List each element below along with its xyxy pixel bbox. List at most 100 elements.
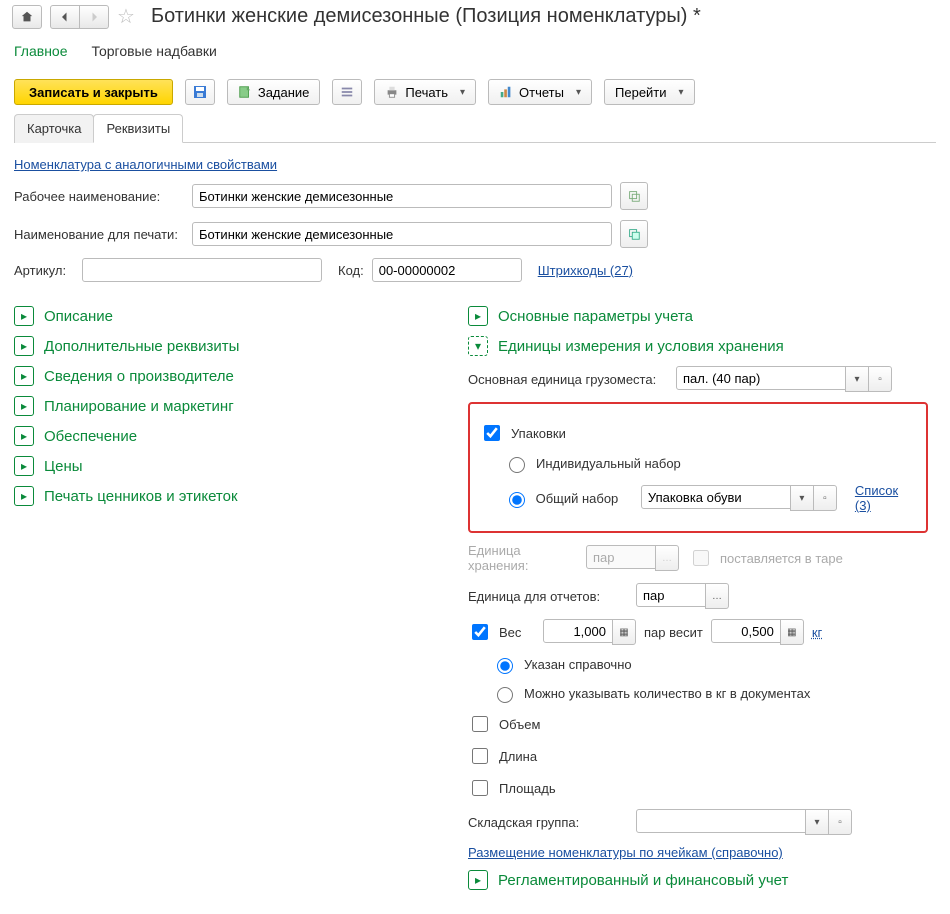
favorite-star-icon[interactable]: ☆ bbox=[117, 4, 135, 29]
expand-icon: ▸ bbox=[14, 456, 34, 476]
save-icon bbox=[192, 84, 208, 100]
expand-icon: ▸ bbox=[14, 336, 34, 356]
task-icon bbox=[238, 85, 252, 99]
expand-icon: ▸ bbox=[14, 306, 34, 326]
print-button-label: Печать bbox=[405, 85, 448, 100]
expand-icon: ▸ bbox=[468, 306, 488, 326]
chevron-down-icon: ▾ bbox=[576, 87, 581, 98]
in-container-label: поставляется в таре bbox=[720, 551, 843, 566]
in-container-checkbox bbox=[693, 550, 709, 566]
weight-ref-only-radio[interactable] bbox=[497, 658, 513, 674]
dropdown-button[interactable]: ▾ bbox=[790, 485, 814, 511]
expand-icon: ▸ bbox=[14, 366, 34, 386]
chart-icon bbox=[499, 85, 513, 99]
list-icon bbox=[340, 85, 354, 99]
weight-checkbox[interactable] bbox=[472, 624, 488, 640]
goto-button[interactable]: Перейти ▾ bbox=[604, 79, 695, 105]
home-icon bbox=[20, 10, 34, 24]
reports-button[interactable]: Отчеты ▾ bbox=[488, 79, 592, 105]
area-checkbox[interactable] bbox=[472, 780, 488, 796]
packs-checkbox[interactable] bbox=[484, 425, 500, 441]
print-name-label: Наименование для печати: bbox=[14, 227, 184, 242]
expander-prices[interactable]: ▸Цены bbox=[14, 456, 444, 476]
tab-card[interactable]: Карточка bbox=[14, 114, 94, 143]
copy-from-button[interactable] bbox=[620, 182, 648, 210]
expander-labels-print[interactable]: ▸Печать ценников и этикеток bbox=[14, 486, 444, 506]
store-unit-input bbox=[586, 545, 656, 569]
common-set-radio[interactable] bbox=[509, 492, 525, 508]
list-link[interactable]: Список (3) bbox=[855, 483, 916, 513]
reports-unit-input[interactable] bbox=[636, 583, 706, 607]
individual-set-radio[interactable] bbox=[509, 457, 525, 473]
list-button[interactable] bbox=[332, 79, 362, 105]
analog-link[interactable]: Номенклатура с аналогичными свойствами bbox=[14, 157, 277, 172]
expand-icon: ▸ bbox=[14, 486, 34, 506]
home-button[interactable] bbox=[12, 5, 42, 29]
ellipsis-button: … bbox=[655, 545, 679, 571]
open-button[interactable]: ▫ bbox=[868, 366, 892, 392]
expander-manufacturer[interactable]: ▸Сведения о производителе bbox=[14, 366, 444, 386]
expander-basic-params[interactable]: ▸Основные параметры учета bbox=[468, 306, 928, 326]
task-button-label: Задание bbox=[258, 85, 310, 100]
common-set-input[interactable] bbox=[641, 485, 791, 509]
print-name-input[interactable] bbox=[192, 222, 612, 246]
print-button[interactable]: Печать ▾ bbox=[374, 79, 476, 105]
expander-extra-props[interactable]: ▸Дополнительные реквизиты bbox=[14, 336, 444, 356]
warehouse-group-input[interactable] bbox=[636, 809, 806, 833]
kg-link[interactable]: кг bbox=[812, 625, 822, 640]
weight-qty-input[interactable] bbox=[543, 619, 613, 643]
weight-qty-docs-radio[interactable] bbox=[497, 687, 513, 703]
barcodes-link[interactable]: Штрихкоды (27) bbox=[538, 263, 633, 278]
tab-props[interactable]: Реквизиты bbox=[93, 114, 183, 143]
code-label: Код: bbox=[338, 263, 364, 278]
cells-placement-link[interactable]: Размещение номенклатуры по ячейкам (спра… bbox=[468, 845, 783, 860]
open-button[interactable]: ▫ bbox=[813, 485, 837, 511]
page-title: Ботинки женские демисезонные (Позиция но… bbox=[151, 5, 701, 28]
stepper-button[interactable]: ▦ bbox=[780, 619, 804, 645]
weight-value-input[interactable] bbox=[711, 619, 781, 643]
copy-down-button[interactable] bbox=[620, 220, 648, 248]
expand-icon: ▸ bbox=[14, 396, 34, 416]
dropdown-button[interactable]: ▾ bbox=[805, 809, 829, 835]
forward-button[interactable] bbox=[79, 5, 109, 29]
article-input[interactable] bbox=[82, 258, 322, 282]
cargo-unit-input[interactable] bbox=[676, 366, 846, 390]
dropdown-button[interactable]: ▾ bbox=[845, 366, 869, 392]
packs-label: Упаковки bbox=[511, 426, 566, 441]
section-tab-markups[interactable]: Торговые надбавки bbox=[92, 37, 217, 71]
volume-checkbox[interactable] bbox=[472, 716, 488, 732]
weight-label: Вес bbox=[499, 625, 535, 640]
work-name-input[interactable] bbox=[192, 184, 612, 208]
expander-supply[interactable]: ▸Обеспечение bbox=[14, 426, 444, 446]
length-label: Длина bbox=[499, 749, 537, 764]
ellipsis-button[interactable]: … bbox=[705, 583, 729, 609]
expander-description[interactable]: ▸Описание bbox=[14, 306, 444, 326]
print-icon bbox=[385, 85, 399, 99]
weight-ref-only-label: Указан справочно bbox=[524, 657, 632, 672]
write-and-close-button[interactable]: Записать и закрыть bbox=[14, 79, 173, 105]
length-checkbox[interactable] bbox=[472, 748, 488, 764]
code-input[interactable] bbox=[372, 258, 522, 282]
expander-planning[interactable]: ▸Планирование и маркетинг bbox=[14, 396, 444, 416]
individual-set-label: Индивидуальный набор bbox=[536, 456, 681, 471]
save-button[interactable] bbox=[185, 79, 215, 105]
store-unit-label: Единица хранения: bbox=[468, 543, 578, 573]
expander-regulated[interactable]: ▸Регламентированный и финансовый учет bbox=[468, 870, 928, 890]
expand-icon: ▸ bbox=[468, 870, 488, 890]
arrow-left-icon bbox=[59, 11, 71, 23]
open-button[interactable]: ▫ bbox=[828, 809, 852, 835]
reports-unit-label: Единица для отчетов: bbox=[468, 589, 628, 604]
area-label: Площадь bbox=[499, 781, 556, 796]
copy-icon bbox=[627, 189, 641, 203]
task-button[interactable]: Задание bbox=[227, 79, 321, 105]
packaging-highlight-box: Упаковки Индивидуальный набор Общий набо… bbox=[468, 402, 928, 533]
goto-button-label: Перейти bbox=[615, 85, 667, 100]
expander-units[interactable]: ▾Единицы измерения и условия хранения bbox=[468, 336, 928, 356]
chevron-down-icon: ▾ bbox=[679, 87, 684, 98]
back-button[interactable] bbox=[50, 5, 80, 29]
section-tab-main[interactable]: Главное bbox=[14, 37, 68, 71]
volume-label: Объем bbox=[499, 717, 540, 732]
collapse-icon: ▾ bbox=[468, 336, 488, 356]
stepper-button[interactable]: ▦ bbox=[612, 619, 636, 645]
reports-button-label: Отчеты bbox=[519, 85, 564, 100]
